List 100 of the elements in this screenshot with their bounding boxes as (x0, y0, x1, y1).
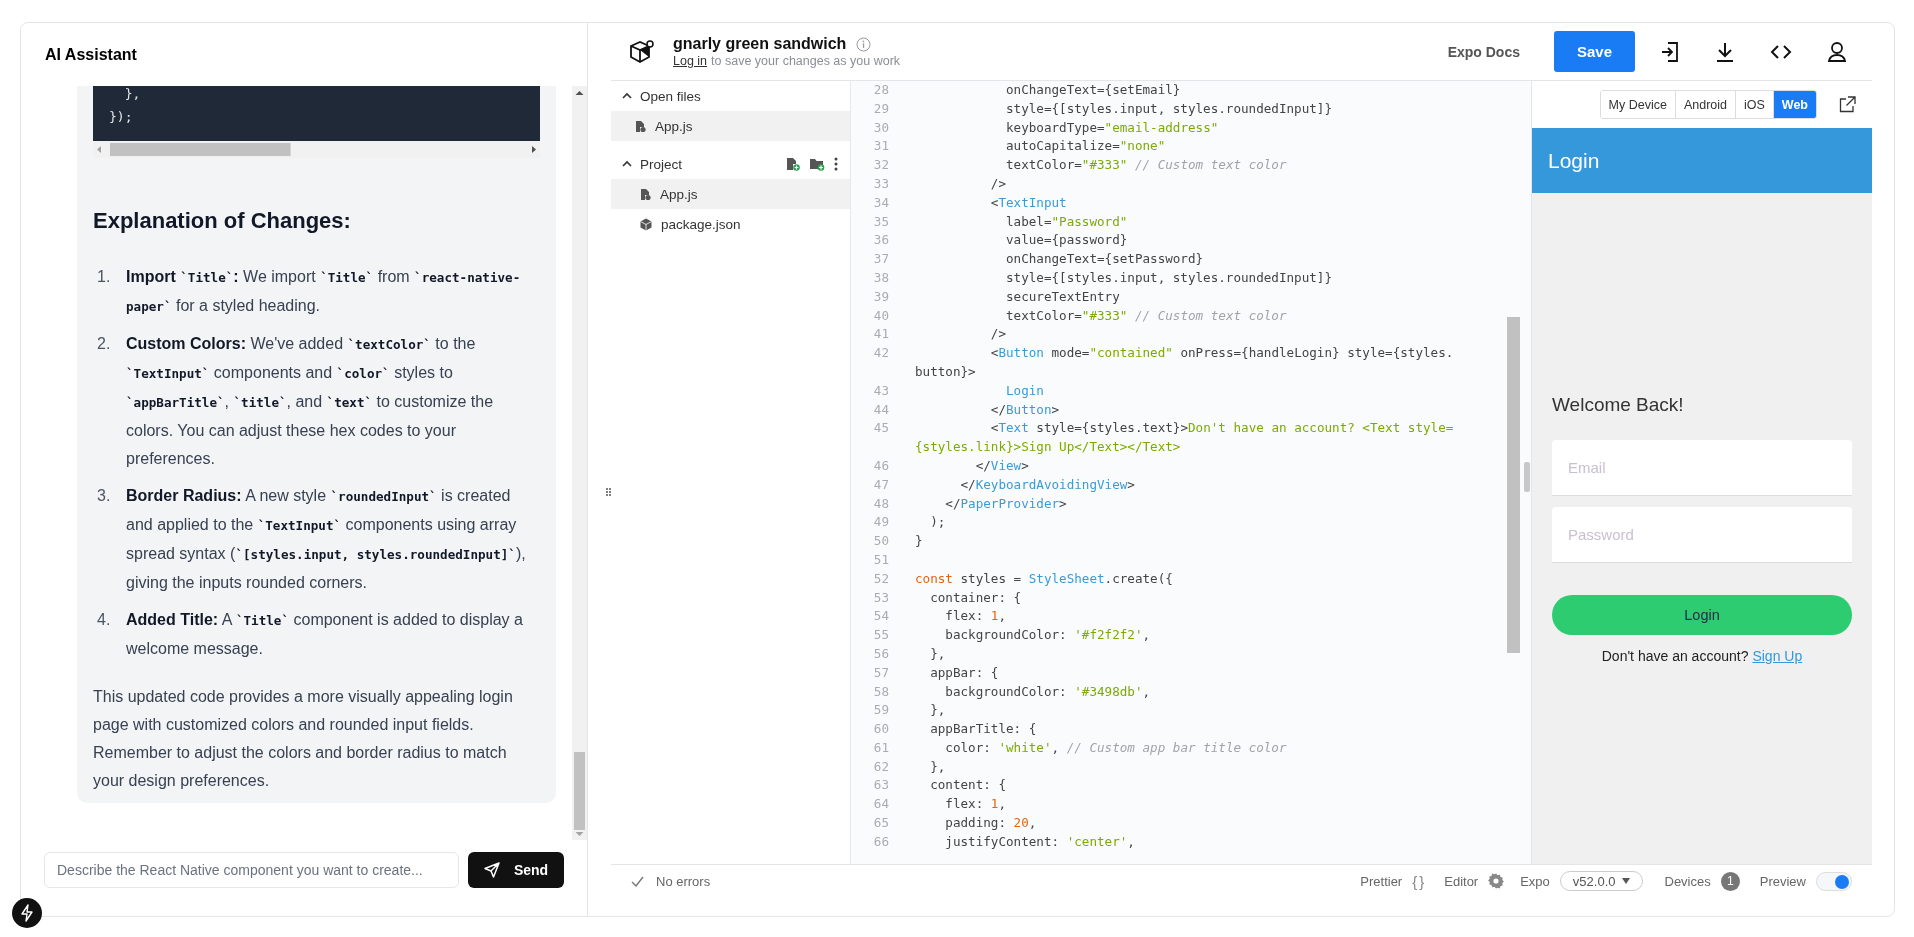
code-line: }, (929, 644, 946, 663)
line-number: 30 (872, 118, 889, 137)
device-tab[interactable]: Web (1772, 91, 1816, 118)
file-item[interactable]: App.js (611, 111, 850, 141)
resize-handle[interactable] (606, 487, 611, 497)
file-item[interactable]: App.js (611, 179, 850, 209)
explanation-item: Border Radius: A new style `roundedInput` is created and applied to the `TextInput` components using array spread syntax (`[styles.input, styles.roundedInput]`), giving the inputs rounded corners. (126, 486, 527, 593)
code-line: ); (929, 513, 946, 532)
item-number: 2. (96, 334, 112, 354)
box-icon (640, 217, 652, 231)
code-line: appBar: { (929, 663, 999, 682)
download-icon[interactable] (1715, 40, 1735, 63)
line-number: 52 (872, 569, 889, 588)
line-number: 49 (872, 513, 889, 532)
line-number: 55 (872, 626, 889, 645)
code-line: </Button> (989, 400, 1060, 419)
expo-label: Expo (1520, 873, 1550, 889)
code-line: color: 'white', // Custom app bar title color (944, 738, 1287, 757)
line-number: 33 (872, 175, 889, 193)
lightning-button[interactable] (12, 898, 42, 928)
code-line: autoCapitalize="none" (1005, 137, 1166, 156)
line-number: 61 (872, 738, 889, 757)
line-number: 56 (872, 644, 889, 663)
code-line: container: { (929, 588, 1022, 607)
editor-label[interactable]: Editor (1444, 873, 1479, 889)
line-number: 53 (872, 588, 889, 607)
resize-handle[interactable] (1524, 462, 1530, 492)
code-line: backgroundColor: '#3498db', (944, 682, 1151, 701)
file-icon (640, 187, 651, 201)
login-link[interactable]: Log in (673, 54, 708, 68)
devices-label[interactable]: Devices (1664, 873, 1711, 889)
prompt-input[interactable]: Describe the React Native component you want to create... (44, 852, 459, 888)
preview-label: Preview (1759, 873, 1806, 889)
send-icon (483, 862, 500, 878)
new-folder-icon[interactable] (809, 157, 825, 171)
line-number: 38 (872, 268, 889, 287)
item-number: 3. (96, 486, 112, 506)
scrollbar[interactable] (1507, 317, 1520, 653)
code-line: <TextInput (989, 193, 1067, 212)
prettier-label[interactable]: Prettier (1360, 873, 1403, 889)
line-number: 40 (872, 306, 889, 325)
line-number: 58 (872, 682, 889, 701)
scrollbar[interactable] (572, 86, 587, 840)
line-number: 44 (872, 400, 889, 419)
external-link-icon[interactable] (1839, 96, 1856, 113)
save-button[interactable]: Save (1554, 31, 1635, 72)
docs-link[interactable]: Expo Docs (1447, 43, 1520, 60)
more-icon[interactable] (834, 157, 838, 171)
code-icon[interactable] (1770, 42, 1792, 61)
line-number: 50 (872, 532, 889, 551)
line-number: 36 (872, 231, 889, 250)
login-button[interactable]: Login (1552, 595, 1852, 635)
info-icon[interactable] (856, 36, 872, 52)
section-label[interactable]: Project (640, 156, 683, 172)
line-number: 48 (872, 494, 889, 513)
input-field[interactable]: Password (1552, 507, 1852, 563)
code-line: textColor="#333" // Custom text color (1005, 156, 1287, 175)
panel-title: AI Assistant (44, 44, 138, 65)
preview-toggle[interactable] (1816, 871, 1852, 891)
code-line: textColor="#333" // Custom text color (1005, 306, 1287, 325)
code-block: }, }); (93, 86, 540, 141)
code-line: style={[styles.input, styles.roundedInput]} (1005, 268, 1332, 287)
line-number: 63 (872, 776, 889, 795)
line-number: 59 (872, 701, 889, 720)
explanation-item: Custom Colors: We've added `textColor` to the `TextInput` components and `color` styles to `appBarTitle`, `title`, and `text` to customize the colors. You can adjust these hex codes to your preferences. (126, 334, 495, 469)
line-number: 45 (872, 419, 889, 438)
code-line: justifyContent: 'center', (944, 832, 1135, 851)
lightning-icon (20, 904, 34, 922)
app-bar-title: Login (1532, 128, 1872, 193)
braces-icon[interactable]: {} (1412, 872, 1427, 890)
code-line: </View> (974, 456, 1029, 475)
user-icon[interactable] (1827, 40, 1847, 63)
line-number: 46 (872, 456, 889, 475)
line-number: 65 (872, 814, 889, 833)
line-number: 62 (872, 757, 889, 776)
project-title: gnarly green sandwich (673, 35, 847, 53)
item-number: 1. (96, 267, 112, 287)
code-line: onChangeText={setPassword} (1005, 250, 1204, 269)
signup-prompt: Don't have an account? (1601, 648, 1749, 664)
sign-in-icon[interactable] (1660, 40, 1680, 63)
cube-icon (627, 37, 655, 66)
section-label[interactable]: Open files (640, 88, 701, 104)
input-field[interactable]: Email (1552, 440, 1852, 496)
code-line: keyboardType="email-address" (1005, 118, 1219, 137)
new-file-icon[interactable] (786, 157, 800, 171)
line-number: 39 (872, 287, 889, 306)
code-line: button}> (915, 362, 976, 381)
line-number: 28 (872, 81, 889, 99)
send-button[interactable]: Send (468, 852, 564, 888)
summary-text: This updated code provides a more visually appealing login page with customized colors and rounded input fields. Remember to adjust the colors and border radius to match your design preferences. (93, 687, 514, 791)
version-dropdown[interactable]: v52.0.0 (1559, 871, 1643, 891)
line-number: 66 (872, 832, 889, 851)
line-number: 32 (872, 156, 889, 175)
code-line: /> (989, 325, 1006, 344)
line-number: 57 (872, 663, 889, 682)
file-item[interactable]: package.json (611, 209, 850, 239)
line-number: 41 (872, 325, 889, 344)
code-line: <Text style={styles.text}>Don't have an account? <Text style= (989, 419, 1454, 438)
settings-icon[interactable] (1488, 873, 1505, 889)
code-line: }, (929, 701, 946, 720)
